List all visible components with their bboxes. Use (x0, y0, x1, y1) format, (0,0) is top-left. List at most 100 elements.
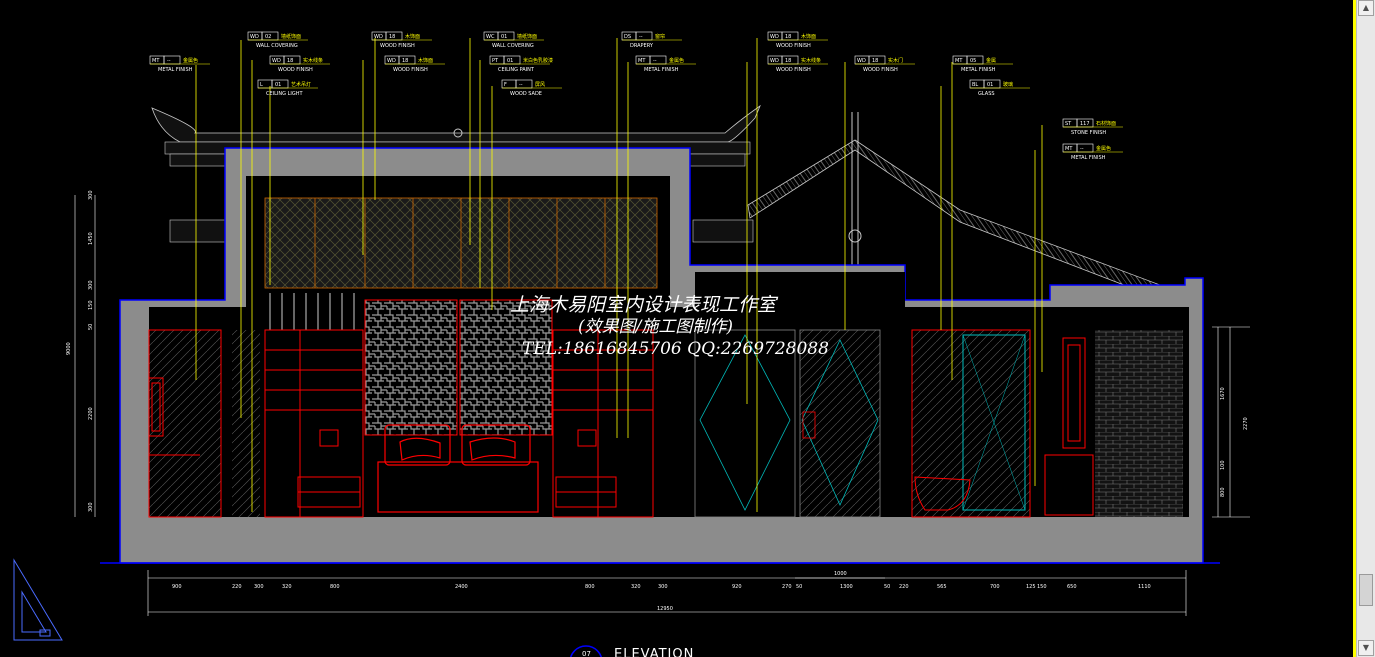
material-tag: WD 18 实木门 WOOD FINISH (854, 55, 915, 73)
material-tag: WD 02 墙纸饰面 WALL COVERING (247, 31, 308, 49)
dim-left-label: 300 (88, 190, 94, 200)
arrow-down-icon: ▼ (1362, 643, 1370, 652)
tag-code: F (504, 82, 507, 88)
material-tag: WD 18 木饰面 WOOD FINISH (371, 31, 432, 49)
dim-right-label: 2270 (1243, 417, 1249, 430)
dim-left-label: 2200 (88, 407, 94, 420)
tag-en-label: WALL COVERING (256, 43, 298, 49)
tag-cn-label: 金属色 (1096, 145, 1111, 152)
ucs-icon (13, 558, 63, 641)
watermark-line3: TEL:18616845706 QQ:2269728088 (522, 339, 829, 359)
tag-cn-label: 屏风 (535, 82, 545, 88)
tag-cn-label: 木饰面 (418, 57, 433, 64)
scroll-down-button[interactable]: ▼ (1358, 640, 1374, 656)
material-tag: WD 18 木饰面 WOOD FINISH (767, 31, 828, 49)
tag-cn-label: 实木门 (888, 57, 903, 64)
material-tag: F -- 屏风 WOOD SADE (501, 79, 562, 97)
tag-en-label: WOOD FINISH (776, 43, 811, 49)
tag-num: 02 (265, 34, 271, 40)
dim-left-label: 1450 (88, 232, 94, 245)
tag-en-label: WOOD FINISH (278, 67, 313, 73)
right-dimension-labels: 1670 2270 100 800 (1220, 387, 1249, 497)
dim-overall: 12950 (657, 606, 673, 612)
tag-num: -- (519, 82, 523, 88)
dim-bottom-label: 800 (330, 584, 340, 590)
tag-num: -- (653, 58, 657, 64)
material-tag: ST 117 石材饰面 STONE FINISH (1062, 118, 1123, 136)
dim-bottom-label: 270 (782, 584, 792, 590)
tag-num: 18 (785, 34, 791, 40)
watermark-line1: 上海木易阳室内设计表现工作室 (510, 294, 779, 316)
tag-num: 18 (287, 58, 293, 64)
dim-left-label: 150 (88, 300, 94, 310)
material-tag: WD 18 实木线条 WOOD FINISH (767, 55, 828, 73)
tag-en-label: METAL FINISH (644, 67, 679, 73)
dim-bottom-label: 50 (884, 584, 890, 590)
material-tag: MT -- 金属色 METAL FINISH (1062, 143, 1123, 161)
tag-cn-label: 实木线条 (801, 57, 821, 64)
tag-code: WD (770, 34, 779, 40)
tag-code: ST (1065, 121, 1072, 127)
left-dimension-labels: 300 1450 300 150 50 9000 2200 300 (66, 190, 94, 512)
tag-en-label: STONE FINISH (1071, 130, 1106, 136)
scroll-track[interactable] (1357, 17, 1375, 640)
tag-cn-label: 木饰面 (405, 33, 420, 40)
tag-num: -- (1080, 146, 1084, 152)
tag-code: WD (374, 34, 383, 40)
dim-right-label: 100 (1220, 460, 1226, 470)
tag-cn-label: 实木线条 (303, 57, 323, 64)
watermark-line2: (效果图/施工图制作) (578, 317, 733, 337)
tag-en-label: METAL FINISH (158, 67, 193, 73)
arrow-up-icon: ▲ (1362, 3, 1370, 12)
tag-en-label: GLASS (978, 91, 995, 97)
tag-en-label: CEILING LIGHT (266, 91, 303, 97)
dim-left-label: 300 (88, 502, 94, 512)
tag-en-label: WOOD SADE (510, 91, 542, 97)
material-tag: DS -- 窗帘DRAPERY (621, 31, 682, 49)
tag-cn-label: 艺术吊灯 (291, 81, 311, 88)
tag-code: WD (857, 58, 866, 64)
scroll-up-button[interactable]: ▲ (1358, 0, 1374, 16)
dim-bottom-label: 220 (899, 584, 909, 590)
tag-code: MT (152, 58, 160, 64)
elevation-number: 07 (582, 650, 591, 657)
dim-bottom-label: 300 (254, 584, 264, 590)
tag-num: 18 (872, 58, 878, 64)
tag-num: 01 (987, 82, 993, 88)
material-tag: MT -- 金属色 METAL FINISH (635, 55, 696, 73)
tag-num: 01 (275, 82, 281, 88)
elevation-drawing: WD 02 墙纸饰面 WALL COVERING WD 18 实木线条 WOOD FINISH… (13, 31, 1250, 657)
dim-bottom-label: 2400 (455, 584, 468, 590)
lattice-panel-left (364, 299, 458, 436)
tag-num: -- (167, 58, 171, 64)
tag-en-label: WOOD FINISH (393, 67, 428, 73)
dim-bottom-label: 50 (796, 584, 802, 590)
tag-num: 01 (507, 58, 513, 64)
tag-code: PT (492, 58, 499, 64)
tag-code: MT (1065, 146, 1073, 152)
dim-bottom-label: 320 (631, 584, 641, 590)
brick-wall (1095, 330, 1183, 517)
dim-right-label: 1670 (1220, 387, 1226, 400)
tag-en-label: WOOD FINISH (776, 67, 811, 73)
tag-cn-label: 木饰面 (801, 33, 816, 40)
tag-cn-label: 金属色 (669, 57, 684, 64)
dim-right-label: 800 (1220, 487, 1226, 497)
material-tag: WD 18 木饰面 WOOD FINISH (384, 55, 445, 73)
tag-code: MT (955, 58, 963, 64)
scroll-thumb[interactable] (1359, 574, 1373, 606)
tag-num: -- (639, 34, 643, 40)
vertical-scrollbar[interactable]: ▲ ▼ (1356, 0, 1375, 657)
dim-bottom-label: 1300 (840, 584, 853, 590)
tag-code: WD (770, 58, 779, 64)
tag-num: 18 (389, 34, 395, 40)
dim-door: 1000 (834, 571, 847, 577)
tag-code: MT (638, 58, 646, 64)
tag-cn-label: 墙纸饰面 (517, 33, 537, 40)
tag-code: DS (624, 34, 631, 40)
cad-viewport[interactable]: WD 02 墙纸饰面 WALL COVERING WD 18 实木线条 WOOD FINISH… (0, 0, 1353, 657)
tag-num: 05 (970, 58, 976, 64)
tag-cn-label: 窗帘 (655, 33, 665, 40)
material-tag: MT 05 金属 METAL FINISH (952, 55, 1013, 73)
dim-bottom-label: 150 (1037, 584, 1047, 590)
